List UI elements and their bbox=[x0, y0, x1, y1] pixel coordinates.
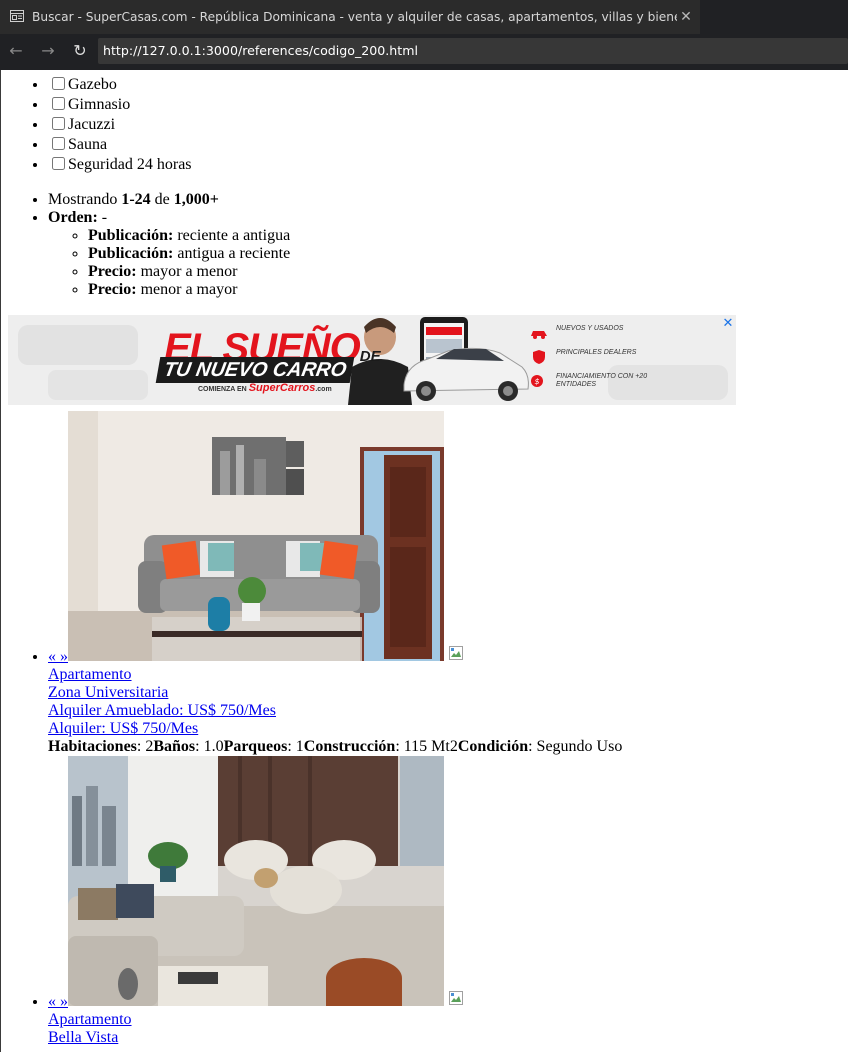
ad-feature-text: PRINCIPALES DEALERS bbox=[556, 349, 637, 356]
condition-label: Condición bbox=[457, 738, 529, 755]
baths-label: Baños bbox=[153, 738, 196, 755]
sort-label: Publicación: bbox=[88, 227, 174, 244]
shield-icon bbox=[533, 350, 545, 364]
amenity-checkbox-gazebo[interactable] bbox=[52, 77, 65, 90]
listing-price-furnished-link[interactable]: Alquiler Amueblado: US$ 750/Mes bbox=[48, 702, 276, 719]
window-border bbox=[0, 70, 1, 1052]
svg-text:$: $ bbox=[534, 377, 539, 386]
listing-location-link[interactable]: Zona Universitaria bbox=[48, 684, 168, 701]
reload-icon[interactable]: ↻ bbox=[67, 38, 93, 64]
amenity-item: Gazebo bbox=[48, 75, 848, 95]
amenity-item: Jacuzzi bbox=[48, 115, 848, 135]
sort-label: Precio: bbox=[88, 263, 137, 280]
amenity-item: Seguridad 24 horas bbox=[48, 155, 848, 175]
amenity-label: Gazebo bbox=[68, 76, 117, 93]
listing-location-link[interactable]: Bella Vista bbox=[48, 1029, 118, 1046]
sort-label: Precio: bbox=[88, 281, 137, 298]
money-icon: $ bbox=[531, 375, 543, 387]
sort-value: menor a mayor bbox=[136, 281, 238, 298]
amenities-list: Gazebo Gimnasio Jacuzzi Sauna Seguridad … bbox=[8, 75, 848, 175]
browser-tab[interactable]: Buscar - SuperCasas.com - República Domi… bbox=[0, 0, 700, 34]
sort-value: antigua a reciente bbox=[173, 245, 291, 262]
order-label: Orden: bbox=[48, 209, 98, 226]
ad-brand-suffix: .com bbox=[315, 386, 332, 393]
showing-of: de bbox=[150, 191, 174, 208]
listing-item: « » bbox=[48, 756, 848, 1047]
rooms-label: Habitaciones bbox=[48, 738, 137, 755]
showing-range: 1-24 bbox=[121, 191, 151, 208]
ad-banner[interactable]: EL SUEÑODE TU NUEVO CARRO COMIENZA EN Su… bbox=[8, 315, 736, 405]
close-tab-icon[interactable]: ✕ bbox=[678, 0, 694, 34]
ad-feature-text: NUEVOS Y USADOS bbox=[556, 325, 624, 332]
broken-image-icon bbox=[449, 646, 463, 660]
amenity-checkbox-seguridad[interactable] bbox=[52, 157, 65, 170]
size-value: : 115 Mt2 bbox=[395, 738, 458, 755]
listing-price-link[interactable]: Alquiler: US$ 750/Mes bbox=[48, 720, 198, 737]
url-text: http://127.0.0.1:3000/references/codigo_… bbox=[103, 43, 418, 58]
parking-label: Parqueos bbox=[223, 738, 288, 755]
ad-close-icon[interactable]: ✕ bbox=[720, 316, 736, 332]
browser-chrome: Buscar - SuperCasas.com - República Domi… bbox=[0, 0, 848, 70]
tab-title: Buscar - SuperCasas.com - República Domi… bbox=[32, 10, 677, 24]
amenity-label: Seguridad 24 horas bbox=[68, 156, 192, 173]
ad-subheadline: TU NUEVO CARRO bbox=[155, 357, 355, 383]
parking-value: : 1 bbox=[287, 738, 304, 755]
broken-image-icon bbox=[449, 991, 463, 1005]
condition-value: : Segundo Uso bbox=[528, 738, 623, 755]
ad-feature: PRINCIPALES DEALERS bbox=[530, 349, 680, 373]
ad-feature-text: FINANCIAMIENTO CON +20 ENTIDADES bbox=[556, 373, 648, 388]
amenity-checkbox-gimnasio[interactable] bbox=[52, 97, 65, 110]
sort-option-recent[interactable]: Publicación: reciente a antigua bbox=[88, 227, 848, 245]
ad-features: NUEVOS Y USADOS PRINCIPALES DEALERS $ FI… bbox=[530, 325, 680, 397]
amenity-checkbox-sauna[interactable] bbox=[52, 137, 65, 150]
baths-value: : 1.0 bbox=[195, 738, 224, 755]
sort-options: Publicación: reciente a antigua Publicac… bbox=[48, 227, 848, 299]
size-label: Construcción bbox=[303, 738, 396, 755]
sort-option-oldest[interactable]: Publicación: antigua a reciente bbox=[88, 245, 848, 263]
page-icon bbox=[10, 10, 24, 22]
listings-list: « » bbox=[8, 411, 848, 1047]
listing-item: « » bbox=[48, 411, 848, 756]
amenity-checkbox-jacuzzi[interactable] bbox=[52, 117, 65, 130]
ad-tagline: COMIENZA EN bbox=[198, 386, 247, 393]
order-value: - bbox=[97, 209, 108, 226]
supercarros-logo: SuperCarros bbox=[248, 382, 316, 394]
listing-photo[interactable] bbox=[68, 756, 444, 1006]
page-content: Gazebo Gimnasio Jacuzzi Sauna Seguridad … bbox=[8, 70, 848, 1047]
ad-feature: NUEVOS Y USADOS bbox=[530, 325, 680, 349]
rooms-value: : 2 bbox=[136, 738, 154, 755]
results-count: Mostrando 1-24 de 1,000+ bbox=[48, 191, 848, 209]
results-info: Mostrando 1-24 de 1,000+ Orden: - Public… bbox=[8, 191, 848, 299]
forward-arrow-icon[interactable]: → bbox=[35, 38, 61, 64]
sort-order: Orden: - Publicación: reciente a antigua… bbox=[48, 209, 848, 299]
sort-value: mayor a menor bbox=[136, 263, 238, 280]
address-bar[interactable]: http://127.0.0.1:3000/references/codigo_… bbox=[98, 38, 848, 64]
ad-feature: $ FINANCIAMIENTO CON +20 ENTIDADES bbox=[530, 373, 680, 397]
listing-type-link[interactable]: Apartamento bbox=[48, 1011, 132, 1028]
listing-details: Habitaciones: 2Baños: 1.0Parqueos: 1Cons… bbox=[48, 738, 622, 755]
amenity-label: Sauna bbox=[68, 136, 108, 153]
back-arrow-icon[interactable]: ← bbox=[3, 38, 29, 64]
listing-nav-link[interactable]: « » bbox=[48, 648, 68, 665]
showing-total: 1,000+ bbox=[173, 191, 219, 208]
listing-type-link[interactable]: Apartamento bbox=[48, 666, 132, 683]
car-icon bbox=[531, 331, 547, 339]
sort-option-price-desc[interactable]: Precio: mayor a menor bbox=[88, 263, 848, 281]
amenity-label: Jacuzzi bbox=[68, 116, 116, 133]
sort-value: reciente a antigua bbox=[173, 227, 291, 244]
listing-photo[interactable] bbox=[68, 411, 444, 661]
sort-label: Publicación: bbox=[88, 245, 174, 262]
showing-prefix: Mostrando bbox=[48, 191, 122, 208]
ad-brand: COMIENZA EN SuperCarros.com bbox=[198, 382, 332, 394]
ad-headline-suffix: DE bbox=[359, 348, 381, 365]
amenity-label: Gimnasio bbox=[68, 96, 131, 113]
amenity-item: Sauna bbox=[48, 135, 848, 155]
sort-option-price-asc[interactable]: Precio: menor a mayor bbox=[88, 281, 848, 299]
listing-nav-link[interactable]: « » bbox=[48, 993, 68, 1010]
amenity-item: Gimnasio bbox=[48, 95, 848, 115]
